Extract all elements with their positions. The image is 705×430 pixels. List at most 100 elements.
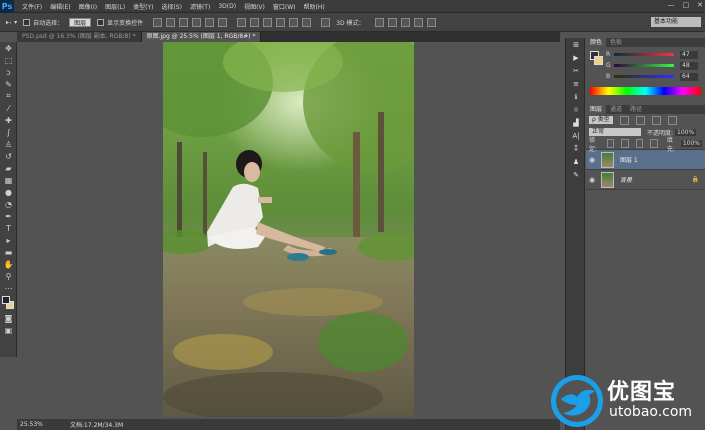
info-icon[interactable]: ℹ [566,90,586,103]
show-transform-checkbox[interactable]: 显示变换控件 [97,18,143,27]
menu-view[interactable]: 视图(V) [244,2,265,11]
checkbox-icon[interactable] [23,18,31,26]
color-spectrum-bar[interactable] [590,87,701,95]
menu-select[interactable]: 选择(S) [161,2,182,11]
align-vcenter-icon[interactable] [166,17,176,27]
visibility-eye-icon[interactable]: ◉ [586,176,598,184]
g-value[interactable]: 48 [680,61,698,70]
tab-layers[interactable]: 图层 [586,105,607,114]
gradient-tool-icon[interactable]: ▦ [0,174,17,186]
panel-bg-swatch[interactable] [594,56,603,65]
auto-select-dropdown[interactable]: 图层 [69,17,92,27]
tab-swatches[interactable]: 色板 [606,38,626,47]
align-top-icon[interactable] [153,17,163,27]
screen-mode-icon[interactable]: ▣ [0,324,17,336]
move-tool-icon[interactable]: ✥ [0,42,17,54]
menu-layer[interactable]: 图层(L) [105,2,125,11]
3d-scale-icon[interactable] [426,17,436,27]
path-select-tool-icon[interactable]: ▸ [0,234,17,246]
eraser-tool-icon[interactable]: ▰ [0,162,17,174]
menu-3d[interactable]: 3D(D) [218,3,236,10]
brush-tool-icon[interactable]: ∫ [0,126,17,138]
actions-icon[interactable]: ▶ [566,51,586,64]
menu-type[interactable]: 类型(Y) [133,2,153,11]
fill-input[interactable]: 100% [680,140,702,147]
adjustments-icon[interactable]: ☼ [566,103,586,116]
visibility-eye-icon[interactable]: ◉ [586,156,598,164]
layer-filter-dropdown[interactable]: ρ 类型 [589,116,613,124]
tab-channels[interactable]: 通道 [606,105,626,114]
paragraph-icon[interactable]: A| [566,129,586,142]
distribute-hcenter-icon[interactable] [289,17,299,27]
b-slider[interactable] [614,75,674,78]
menu-file[interactable]: 文件(F) [22,2,42,11]
maximize-button[interactable]: □ [683,1,690,9]
filter-pixel-icon[interactable] [619,115,629,125]
lock-pixels-icon[interactable] [621,139,629,148]
history-icon[interactable]: ⊞ [566,38,586,51]
b-value[interactable]: 64 [680,72,698,81]
r-slider[interactable] [614,53,674,56]
history-brush-tool-icon[interactable]: ↺ [0,150,17,162]
blur-tool-icon[interactable]: ● [0,186,17,198]
tools-preset-icon[interactable]: ✂ [566,64,586,77]
type-tool-icon[interactable]: T [0,222,17,234]
align-left-icon[interactable] [192,17,202,27]
filter-type-icon[interactable] [651,115,661,125]
tab-paths[interactable]: 路径 [626,105,646,114]
layer-name[interactable]: 图层 1 [620,155,638,164]
layer-name[interactable]: 背景 [620,175,632,184]
menu-filter[interactable]: 滤镜(T) [190,2,210,11]
menu-window[interactable]: 窗口(W) [273,2,296,11]
align-bottom-icon[interactable] [179,17,189,27]
auto-align-icon[interactable] [317,17,331,27]
distribute-vcenter-icon[interactable] [250,17,260,27]
minimize-button[interactable]: — [668,1,675,9]
color-swatches[interactable] [0,294,17,312]
clone-stamp-tool-icon[interactable]: ♙ [0,138,17,150]
move-tool-icon[interactable]: ▸₊ ▾ [6,19,17,26]
layer-row-background[interactable]: ◉ 背景 🔒 [586,170,705,190]
extra-tools-icon[interactable]: ⋯ [0,282,17,294]
g-slider[interactable] [614,64,674,67]
notes-icon[interactable]: ✎ [566,168,586,181]
workspace-dropdown[interactable]: 基本功能 [651,17,701,27]
3d-rotate-icon[interactable] [374,17,384,27]
menu-help[interactable]: 帮助(H) [304,2,325,11]
healing-tool-icon[interactable]: ✚ [0,114,17,126]
r-value[interactable]: 47 [680,50,698,59]
distribute-top-icon[interactable] [237,17,247,27]
lock-all-icon[interactable] [650,139,658,148]
brush-presets-icon[interactable]: ⁑ [566,142,586,155]
shape-tool-icon[interactable]: ▬ [0,246,17,258]
checkbox-icon[interactable] [97,18,105,26]
tab-psd[interactable]: PSD.psd @ 16.3% (图层 副本, RGB/8) * [17,32,142,42]
lock-position-icon[interactable] [635,139,644,148]
quick-select-tool-icon[interactable]: ✎ [0,78,17,90]
zoom-level[interactable]: 25.53% [17,421,45,428]
lasso-tool-icon[interactable]: ↄ [0,66,17,78]
auto-align-layers-icon[interactable] [321,17,331,27]
align-hcenter-icon[interactable] [205,17,215,27]
canvas-photo[interactable] [163,42,414,417]
character-icon[interactable]: ≡ [566,77,586,90]
tab-color[interactable]: 颜色 [586,38,607,47]
quick-mask-icon[interactable]: ◙ [0,312,17,324]
layer-row-layer1[interactable]: ◉ 图层 1 [586,150,705,170]
tab-original-jpg[interactable]: 原图.jpg @ 25.5% (图层 1, RGB/8#) * [141,32,262,42]
eyedropper-tool-icon[interactable]: ⁄ [0,102,17,114]
foreground-color-swatch[interactable] [2,296,10,304]
auto-select-checkbox[interactable]: 自动选择： [23,18,63,27]
distribute-left-icon[interactable] [276,17,286,27]
menu-edit[interactable]: 编辑(E) [50,2,70,11]
filter-shape-icon[interactable] [667,115,677,125]
lock-transparency-icon[interactable] [606,139,615,148]
distribute-bottom-icon[interactable] [263,17,273,27]
pen-tool-icon[interactable]: ✒ [0,210,17,222]
opacity-input[interactable]: 100% [675,128,697,136]
close-button[interactable]: ✕ [697,1,703,9]
3d-drag-icon[interactable] [400,17,410,27]
3d-slide-icon[interactable] [413,17,423,27]
zoom-tool-icon[interactable]: ⚲ [0,270,17,282]
hand-tool-icon[interactable]: ✋ [0,258,17,270]
